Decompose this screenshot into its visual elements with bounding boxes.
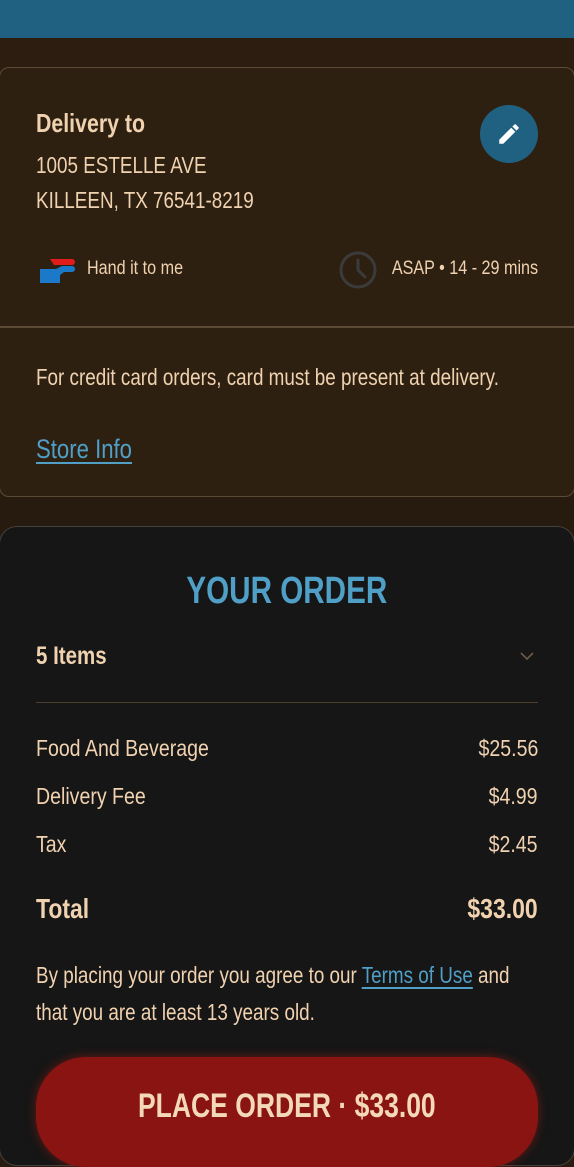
delivery-fee-label: Delivery Fee — [36, 783, 146, 809]
total-value: $33.00 — [467, 893, 538, 924]
hand-icon — [40, 259, 75, 283]
items-divider — [36, 702, 538, 703]
edit-address-button[interactable] — [480, 105, 538, 163]
card-divider — [0, 326, 574, 328]
top-header-bar — [0, 0, 574, 38]
handoff-option-label: Hand it to me — [87, 258, 184, 279]
delivery-title: Delivery to — [36, 108, 146, 138]
place-order-label: PLACE ORDER · $33.00 — [138, 1087, 436, 1125]
food-beverage-value: $25.56 — [478, 735, 538, 761]
terms-text: By placing your order you agree to our T… — [36, 957, 536, 1031]
chevron-down-icon[interactable] — [519, 650, 535, 662]
food-beverage-label: Food And Beverage — [36, 735, 209, 761]
delivery-eta: ASAP • 14 - 29 mins — [391, 258, 538, 279]
terms-prefix: By placing your order you agree to our — [36, 962, 357, 988]
address-line-2: KILLEEN, TX 76541-8219 — [36, 187, 254, 213]
place-order-button[interactable]: PLACE ORDER · $33.00 — [36, 1057, 538, 1167]
address-line-1: 1005 ESTELLE AVE — [36, 152, 207, 178]
tax-value: $2.45 — [489, 831, 538, 857]
edit-icon — [499, 124, 519, 144]
delivery-fee-value: $4.99 — [489, 783, 538, 809]
items-summary-toggle[interactable]: 5 Items — [36, 642, 107, 671]
total-label: Total — [36, 893, 90, 924]
clock-icon — [339, 251, 377, 289]
order-heading-text: YOUR ORDER — [186, 570, 388, 612]
store-info-link[interactable]: Store Info — [36, 434, 132, 465]
tax-label: Tax — [36, 831, 67, 857]
terms-of-use-link[interactable]: Terms of Use — [362, 962, 473, 988]
credit-card-note: For credit card orders, card must be pre… — [36, 364, 499, 390]
order-heading: YOUR ORDER — [0, 570, 574, 613]
